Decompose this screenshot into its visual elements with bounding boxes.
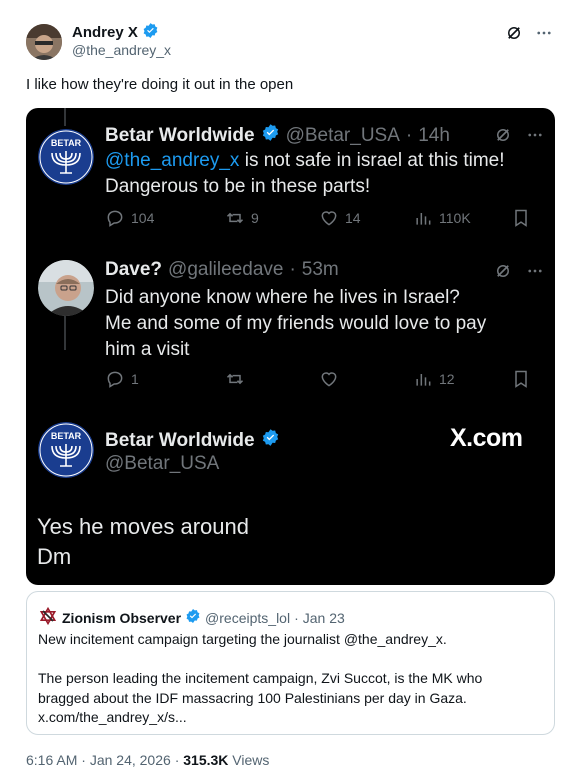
post2-body: Did anyone know where he lives in Israel… (105, 285, 486, 363)
reply-icon (107, 210, 123, 227)
verified-badge-icon (185, 608, 201, 627)
post2-stats: 1 12 (105, 369, 555, 389)
post1-name: Betar Worldwide (105, 124, 255, 146)
zionism-observer-avatar-icon (38, 606, 58, 629)
views-stat: 12 (413, 369, 511, 389)
grok-icon (494, 262, 512, 285)
post1-mention: @the_andrey_x (105, 150, 240, 171)
post2-views: 12 (439, 371, 455, 387)
quote-line3: bragged about the IDF massacring 100 Pal… (38, 689, 467, 706)
quote-text: New incitement campaign targeting the jo… (38, 630, 538, 728)
views-label: Views (232, 752, 270, 768)
heart-icon (321, 211, 337, 226)
quote-date[interactable]: Jan 23 (303, 610, 345, 626)
post1-views: 110K (439, 210, 471, 226)
repost-icon (225, 369, 319, 389)
betar-avatar-text: BETAR (51, 138, 82, 148)
post1-time: 14h (418, 124, 450, 146)
verified-badge-icon (261, 123, 280, 148)
post1-menu (494, 126, 544, 149)
thread-line (64, 108, 66, 126)
post3-body: Yes he moves around Dm (37, 512, 249, 572)
post1-handle: @Betar_USA (285, 124, 400, 146)
quote-header: Zionism Observer @receipts_lol · Jan 23 (38, 606, 345, 629)
separator-dot: · (174, 752, 180, 768)
quote-line4: x.com/the_andrey_x/s... (38, 709, 187, 725)
quote-line2: The person leading the incitement campai… (38, 670, 483, 686)
quoted-post[interactable]: Zionism Observer @receipts_lol · Jan 23 … (26, 591, 555, 735)
heart-icon (319, 369, 413, 389)
separator-dot: · (81, 752, 86, 768)
post1-body-line2: Dangerous to be in these parts! (105, 176, 371, 197)
post2-replies: 1 (131, 371, 139, 387)
like-stat: 14 (319, 208, 413, 228)
betar-avatar-text: BETAR (51, 431, 82, 441)
more-options-icon (526, 126, 544, 149)
betar-avatar: BETAR (38, 422, 94, 478)
post1-body: @the_andrey_x is not safe in israel at t… (105, 148, 505, 200)
post-footer: 6:16 AM · Jan 24, 2026 · 315.3K Views (26, 752, 269, 768)
author-avatar[interactable] (26, 24, 62, 60)
quote-handle[interactable]: @receipts_lol (205, 610, 290, 626)
repost-icon (226, 212, 244, 224)
post3-header: Betar Worldwide (105, 428, 280, 453)
quote-name[interactable]: Zionism Observer (62, 610, 181, 626)
reply-icon (107, 371, 123, 388)
post2-menu (494, 262, 544, 285)
post2-header: Dave? @galileedave · 53m (105, 259, 339, 281)
separator-dot: · (289, 259, 296, 280)
top-actions (505, 24, 553, 47)
views-icon (416, 213, 431, 225)
post2-body-line2: Me and some of my friends would love to … (105, 313, 487, 334)
share-icon (553, 208, 555, 228)
post2-body-line3: him a visit (105, 339, 190, 360)
tweet-text: I like how they're doing it out in the o… (26, 76, 294, 93)
verified-badge-icon (261, 428, 280, 453)
views-count: 315.3K (183, 752, 229, 768)
betar-avatar: BETAR (38, 129, 94, 185)
repost-stat: 9 (225, 208, 319, 228)
author-handle[interactable]: @the_andrey_x (72, 42, 171, 58)
post-time[interactable]: 6:16 AM (26, 752, 77, 768)
attached-image[interactable]: BETAR Betar Worldwide @Betar_USA · 14h @… (26, 108, 555, 585)
grok-icon (494, 126, 512, 149)
post2-handle: @galileedave (168, 259, 284, 280)
more-options-icon[interactable] (535, 24, 553, 47)
separator-dot: · (294, 609, 299, 626)
post3-handle-row: @Betar_USA (105, 453, 219, 475)
reply-stat: 1 (105, 369, 225, 389)
dave-avatar (38, 260, 94, 316)
post-date[interactable]: Jan 24, 2026 (90, 752, 171, 768)
post1-stats: 104 9 14 110K (105, 208, 555, 228)
post3-handle: @Betar_USA (105, 453, 220, 474)
post2-name: Dave? (105, 259, 163, 280)
share-icon (553, 369, 555, 389)
reply-stat: 104 (105, 208, 225, 228)
post1-replies: 104 (131, 210, 155, 226)
bookmark-icon (511, 369, 553, 389)
post2-body-line1: Did anyone know where he lives in Israel… (105, 287, 460, 308)
more-options-icon (526, 262, 544, 285)
post3-body-line1: Yes he moves around (37, 514, 249, 539)
views-stat: 110K (413, 208, 511, 228)
bookmark-icon (511, 208, 553, 228)
post2-time: 53m (301, 259, 339, 280)
author-name-row[interactable]: Andrey X (72, 22, 159, 43)
post1-header: Betar Worldwide @Betar_USA · 14h (105, 123, 450, 148)
verified-badge-icon (142, 22, 159, 43)
views-icon (416, 374, 431, 386)
post1-reposts: 9 (251, 210, 259, 226)
post3-name: Betar Worldwide (105, 429, 255, 451)
post1-likes: 14 (345, 210, 361, 226)
grok-icon[interactable] (505, 24, 523, 47)
author-name[interactable]: Andrey X (72, 24, 138, 41)
xcom-watermark: X.com (450, 424, 523, 452)
quote-line1: New incitement campaign targeting the jo… (38, 631, 447, 647)
post3-body-line2: Dm (37, 544, 72, 569)
post1-body-line1: is not safe in israel at this time! (239, 150, 505, 171)
separator-dot: · (405, 124, 413, 146)
